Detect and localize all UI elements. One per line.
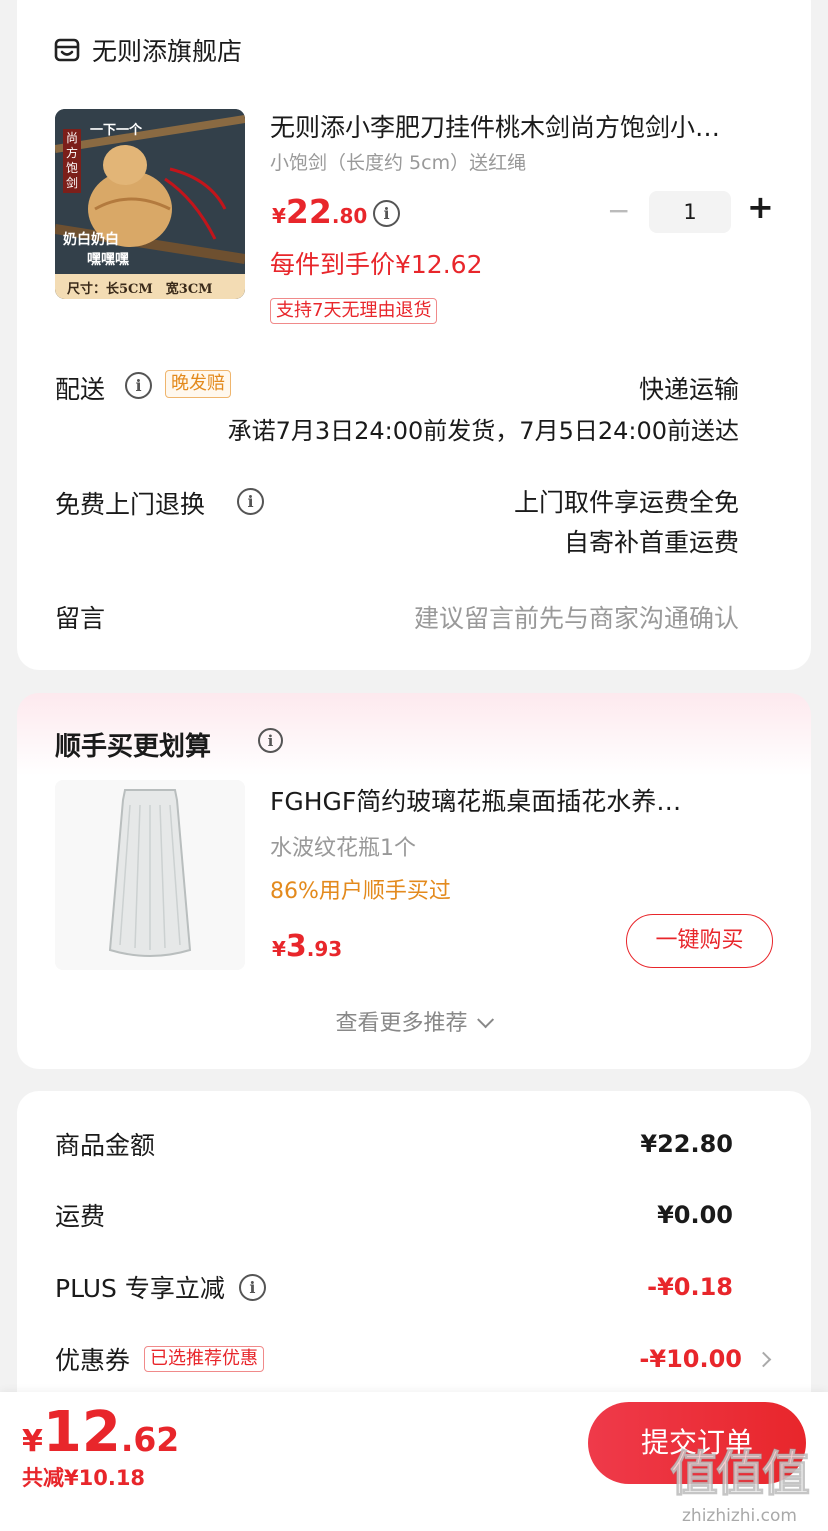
summary-value: -¥10.00 xyxy=(639,1345,742,1373)
addon-price: ¥ 3 .93 xyxy=(272,929,342,964)
addon-price-decimal: .93 xyxy=(306,937,343,961)
price-symbol: ¥ xyxy=(272,204,286,228)
product-title[interactable]: 无则添小李肥刀挂件桃木剑尚方饱剑小… xyxy=(270,108,780,144)
summary-value: ¥22.80 xyxy=(640,1130,733,1158)
addon-product-image[interactable] xyxy=(55,780,245,970)
product-image[interactable]: 一下一个 尚方饱剑 奶白奶白 嘿嘿嘿 尺寸：长5CM 宽3CM xyxy=(55,109,245,299)
summary-row-goods-amount: 商品金额 ¥22.80 xyxy=(55,1126,733,1162)
return-policy-tag: 支持7天无理由退货 xyxy=(270,298,438,324)
delivery-label: 配送 xyxy=(55,375,106,404)
product-image-caption-size: 尺寸：长5CM 宽3CM xyxy=(67,282,213,297)
quantity-plus-button[interactable]: + xyxy=(747,188,774,226)
addon-product-title[interactable]: FGHGF简约玻璃花瓶桌面插花水养… xyxy=(270,782,770,818)
price-decimal: .80 xyxy=(331,204,368,228)
product-spec[interactable]: 小饱剑（长度约 5cm）送红绳 xyxy=(270,148,526,175)
view-more-recommendations[interactable]: 查看更多推荐 xyxy=(17,1005,811,1037)
order-card: 无则添旗舰店 一下一个 尚方饱剑 奶白奶白 嘿嘿嘿 尺寸：长5CM 宽3CM 无… xyxy=(17,0,811,670)
return-service-info-icon[interactable]: i xyxy=(237,488,264,515)
summary-row-plus-discount: PLUS 专享立减 i -¥0.18 xyxy=(55,1269,733,1305)
chevron-right-icon xyxy=(755,1351,772,1367)
store-name: 无则添旗舰店 xyxy=(92,37,243,66)
delivery-promise: 承诺7月3日24:00前发货，7月5日24:00前送达 xyxy=(227,417,739,445)
total-price-decimal: .62 xyxy=(120,1420,180,1459)
return-service-line2: 自寄补首重运费 xyxy=(563,528,739,557)
delivery-method[interactable]: 快递运输 xyxy=(639,370,739,406)
total-price-symbol: ¥ xyxy=(22,1424,43,1459)
total-price-integer: 12 xyxy=(42,1400,121,1465)
watermark: 值值值 zhizhizhi.com xyxy=(669,1434,826,1531)
watermark-logo-text: 值值值 xyxy=(669,1446,810,1503)
price-info-icon[interactable]: i xyxy=(373,200,400,227)
addon-card: 顺手买更划算 i FGHGF简约玻璃花瓶桌面插花水养… 水波纹花瓶1个 86%用… xyxy=(17,693,811,1069)
summary-label: PLUS 专享立减 xyxy=(55,1274,225,1303)
return-service-label: 免费上门退换 xyxy=(55,490,206,519)
total-saved: 共减¥10.18 xyxy=(22,1462,145,1492)
addon-price-integer: 3 xyxy=(285,929,307,964)
one-click-buy-button[interactable]: 一键购买 xyxy=(626,914,773,968)
summary-label: 运费 xyxy=(55,1202,106,1231)
summary-row-shipping: 运费 ¥0.00 xyxy=(55,1197,733,1233)
summary-label: 商品金额 xyxy=(55,1131,156,1160)
final-price-per-item: 每件到手价¥12.62 xyxy=(270,250,483,279)
delivery-info-icon[interactable]: i xyxy=(125,372,152,399)
price-integer: 22 xyxy=(285,192,332,231)
view-more-label: 查看更多推荐 xyxy=(335,1011,468,1036)
return-service-line1: 上门取件享运费全免 xyxy=(513,488,739,517)
summary-label-group: 优惠券 已选推荐优惠 xyxy=(55,1341,265,1377)
product-image-caption-mid2: 嘿嘿嘿 xyxy=(87,252,129,268)
addon-product-spec[interactable]: 水波纹花瓶1个 xyxy=(270,830,416,862)
addon-title: 顺手买更划算 xyxy=(55,732,212,762)
store-header[interactable]: 无则添旗舰店 xyxy=(54,32,242,68)
watermark-site: zhizhizhi.com xyxy=(682,1506,797,1526)
product-image-caption-mid1: 奶白奶白 xyxy=(63,232,119,248)
quantity-input[interactable]: 1 xyxy=(649,191,731,233)
message-input[interactable]: 建议留言前先与商家沟通确认 xyxy=(414,599,739,635)
addon-price-symbol: ¥ xyxy=(272,937,286,961)
coupon-value-group: -¥10.00 xyxy=(639,1345,772,1373)
total-saved-text: 共减¥10.18 xyxy=(22,1466,146,1490)
checkout-bar: ¥ 12 .62 共减¥10.18 提交订单 值值值 zhizhizhi.com xyxy=(0,1392,828,1531)
summary-row-coupon[interactable]: 优惠券 已选推荐优惠 -¥10.00 xyxy=(55,1341,772,1377)
summary-label-group: PLUS 专享立减 i xyxy=(55,1269,266,1305)
summary-label: 优惠券 xyxy=(55,1346,131,1375)
total-price: ¥ 12 .62 xyxy=(22,1400,179,1465)
summary-value: ¥0.00 xyxy=(657,1201,733,1229)
coupon-badge: 已选推荐优惠 xyxy=(144,1346,265,1372)
product-price: ¥ 22 .80 xyxy=(272,192,367,231)
quantity-minus-button[interactable]: − xyxy=(607,194,630,227)
addon-info-icon[interactable]: i xyxy=(258,728,283,753)
product-image-caption-side: 尚方饱剑 xyxy=(63,129,81,193)
addon-buy-hint: 86%用户顺手买过 xyxy=(270,879,451,904)
store-icon xyxy=(54,37,80,63)
product-image-caption-top: 一下一个 xyxy=(90,123,143,138)
chevron-down-icon xyxy=(476,1011,494,1029)
late-compensation-badge: 晚发赔 xyxy=(165,370,231,398)
plus-info-icon[interactable]: i xyxy=(238,1273,266,1301)
message-label: 留言 xyxy=(55,604,106,633)
summary-value: -¥0.18 xyxy=(647,1273,733,1301)
